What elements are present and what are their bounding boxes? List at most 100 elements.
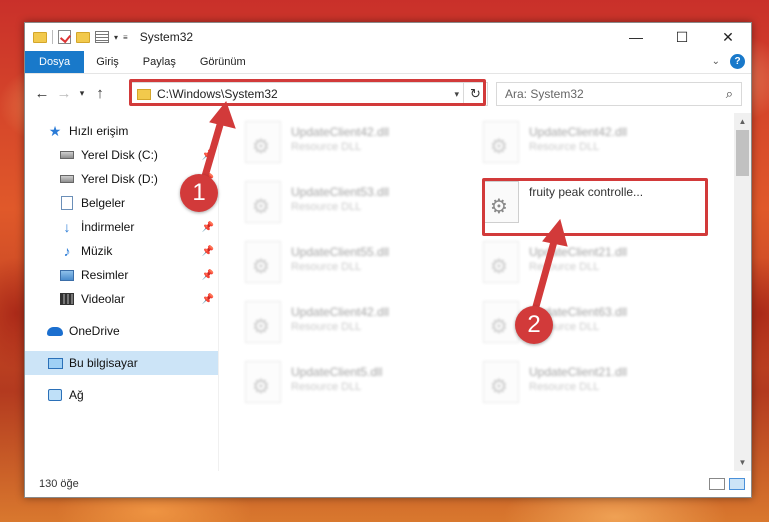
list-item[interactable]: ⚙ UpdateClient42.dll Resource DLL	[483, 121, 703, 169]
file-type: Resource DLL	[291, 321, 362, 333]
disk-icon	[59, 172, 75, 186]
sidebar-item-label: Yerel Disk (D:)	[81, 172, 158, 186]
sidebar-item-onedrive[interactable]: OneDrive	[25, 319, 218, 343]
star-icon: ★	[48, 122, 62, 139]
vertical-scrollbar[interactable]: ▲ ▼	[734, 113, 751, 471]
view-toggle	[709, 478, 745, 490]
dll-file-icon: ⚙	[483, 361, 519, 403]
quick-access-toolbar: ▾ ≡	[25, 30, 128, 44]
tab-home[interactable]: Giriş	[84, 51, 131, 73]
sidebar-item-pictures[interactable]: Resimler 📌	[25, 263, 218, 287]
pin-icon: 📌	[201, 221, 214, 233]
tab-view[interactable]: Görünüm	[188, 51, 258, 73]
dll-file-icon: ⚙	[245, 301, 281, 343]
step-2-badge: 2	[515, 306, 553, 344]
ribbon-tabs: Dosya Giriş Paylaş Görünüm ⌄ ?	[25, 51, 751, 73]
file-type: Resource DLL	[291, 141, 362, 153]
up-arrow-icon[interactable]: ↑	[89, 85, 111, 102]
recent-locations-chevron-icon[interactable]: ▾	[75, 88, 89, 99]
item-count: 130 öğe	[39, 478, 79, 490]
navigation-pane: ★ Hızlı erişim Yerel Disk (C:) 📌 Yerel D…	[25, 113, 219, 471]
scroll-up-icon[interactable]: ▲	[734, 113, 751, 130]
dll-file-icon: ⚙	[483, 241, 519, 283]
window-controls: — ☐ ✕	[613, 23, 751, 51]
dll-file-icon: ⚙	[245, 361, 281, 403]
sidebar-item-network[interactable]: Ağ	[25, 383, 218, 407]
view-properties-icon[interactable]	[95, 31, 109, 43]
folder-icon	[33, 31, 47, 43]
chevron-down-icon[interactable]: ▾	[114, 33, 118, 42]
sidebar-item-videos[interactable]: Videolar 📌	[25, 287, 218, 311]
list-item[interactable]: ⚙ UpdateClient5.dll Resource DLL	[245, 361, 465, 409]
sidebar-item-label: Yerel Disk (C:)	[81, 148, 158, 162]
pin-icon: 📌	[201, 149, 214, 161]
file-name: UpdateClient21.dll	[529, 365, 628, 379]
scroll-thumb[interactable]	[736, 130, 749, 176]
sidebar-item-quick-access[interactable]: ★ Hızlı erişim	[25, 119, 218, 143]
pin-icon: 📌	[201, 269, 214, 281]
new-folder-icon[interactable]	[76, 31, 90, 43]
list-item[interactable]: ⚙ UpdateClient53.dll Resource DLL	[245, 181, 465, 229]
ribbon-right-controls: ⌄ ?	[712, 54, 745, 69]
sidebar-item-label: Müzik	[81, 244, 113, 258]
documents-icon	[59, 196, 75, 210]
dll-file-icon: ⚙	[245, 121, 281, 163]
file-type: Resource DLL	[291, 201, 362, 213]
sidebar-item-label: Belgeler	[81, 196, 126, 210]
back-arrow-icon[interactable]: ←	[31, 85, 53, 102]
properties-check-icon[interactable]	[58, 30, 71, 44]
sidebar-item-this-pc[interactable]: Bu bilgisayar	[25, 351, 218, 375]
details-view-icon[interactable]	[709, 478, 725, 490]
help-icon[interactable]: ?	[730, 54, 745, 69]
title-bar: ▾ ≡ System32 — ☐ ✕	[25, 23, 751, 51]
list-item[interactable]: ⚙ UpdateClient21.dll Resource DLL	[483, 361, 703, 409]
close-button[interactable]: ✕	[705, 23, 751, 51]
search-icon[interactable]: ⌕	[726, 86, 733, 102]
maximize-button[interactable]: ☐	[659, 23, 705, 51]
file-name: UpdateClient53.dll	[291, 185, 390, 199]
pin-icon: 📌	[201, 245, 214, 257]
list-item[interactable]: ⚙ UpdateClient55.dll Resource DLL	[245, 241, 465, 289]
list-item[interactable]: ⚙ UpdateClient21.dll Resource DLL	[483, 241, 703, 289]
sidebar-item-downloads[interactable]: ↓ İndirmeler 📌	[25, 215, 218, 239]
computer-icon	[47, 356, 63, 370]
scroll-down-icon[interactable]: ▼	[734, 454, 751, 471]
dll-file-icon: ⚙	[245, 241, 281, 283]
dll-file-icon: ⚙	[483, 121, 519, 163]
highlight-file-item	[482, 178, 708, 236]
network-icon	[47, 388, 63, 402]
search-input[interactable]: Ara: System32 ⌕	[496, 82, 742, 106]
sidebar-item-music[interactable]: ♪ Müzik 📌	[25, 239, 218, 263]
expand-ribbon-icon[interactable]: ⌄	[712, 56, 720, 67]
music-note-icon: ♪	[63, 243, 71, 259]
file-name: UpdateClient42.dll	[529, 125, 628, 139]
highlight-address-bar	[129, 79, 486, 106]
list-item[interactable]: ⚙ UpdateClient42.dll Resource DLL	[245, 301, 465, 349]
tab-file[interactable]: Dosya	[25, 51, 85, 73]
tab-share[interactable]: Paylaş	[131, 51, 188, 73]
sidebar-item-label: Resimler	[81, 268, 129, 282]
tiles-view-icon[interactable]	[729, 478, 745, 490]
sidebar-item-label: OneDrive	[69, 324, 120, 338]
file-explorer-window: ▾ ≡ System32 — ☐ ✕ Dosya Giriş Paylaş Gö…	[24, 22, 752, 498]
file-type: Resource DLL	[529, 381, 600, 393]
file-name: UpdateClient42.dll	[291, 125, 390, 139]
file-name: UpdateClient42.dll	[291, 305, 390, 319]
toolbar-separator	[52, 30, 53, 44]
navigation-bar: ← → ▾ ↑ C:\Windows\System32 ▾ ↻ Ara: Sys…	[25, 73, 751, 113]
forward-arrow-icon[interactable]: →	[53, 85, 75, 102]
file-name: UpdateClient21.dll	[529, 245, 628, 259]
sidebar-item-label: Ağ	[69, 388, 84, 402]
sidebar-item-label: İndirmeler	[81, 220, 135, 234]
file-name: UpdateClient55.dll	[291, 245, 390, 259]
minimize-button[interactable]: —	[613, 23, 659, 51]
list-item[interactable]: ⚙ UpdateClient42.dll Resource DLL	[245, 121, 465, 169]
sidebar-item-local-disk-c[interactable]: Yerel Disk (C:) 📌	[25, 143, 218, 167]
pin-icon: 📌	[201, 293, 214, 305]
explorer-body: ★ Hızlı erişim Yerel Disk (C:) 📌 Yerel D…	[25, 113, 751, 471]
cloud-icon	[47, 324, 63, 338]
disk-icon	[59, 148, 75, 162]
step-1-badge: 1	[180, 174, 218, 212]
sidebar-item-label: Videolar	[81, 292, 125, 306]
customize-toolbar-icon[interactable]: ≡	[123, 33, 128, 42]
